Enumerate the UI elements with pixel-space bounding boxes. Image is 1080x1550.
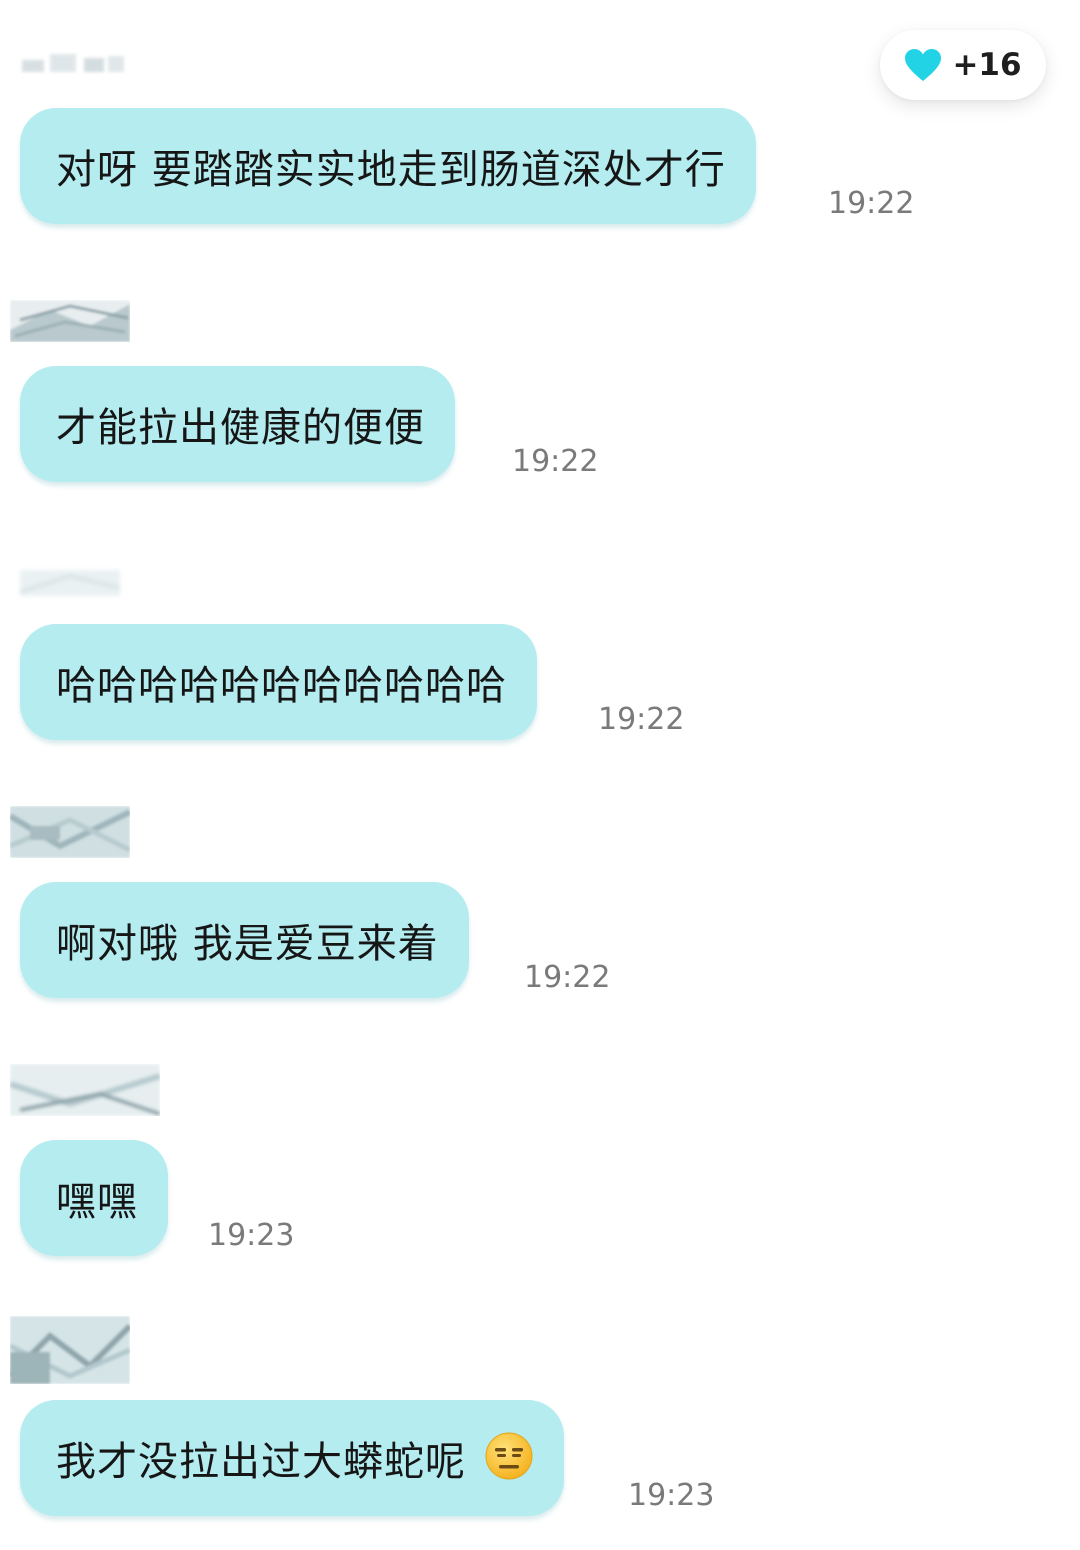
message-text: 哈哈哈哈哈哈哈哈哈哈哈	[56, 663, 507, 709]
reaction-count: +16	[952, 47, 1022, 83]
message-bubble[interactable]: 对呀 要踏踏实实地走到肠道深处才行	[20, 108, 756, 224]
message-timestamp: 19:22	[598, 702, 685, 737]
message-bubble[interactable]: 才能拉出健康的便便	[20, 366, 455, 482]
message-text: 嘿嘿	[56, 1179, 138, 1225]
message-bubble[interactable]: 嘿嘿	[20, 1140, 168, 1256]
message-bubble[interactable]: 我才没拉出过大蟒蛇呢	[20, 1400, 564, 1516]
sender-name-blurred	[10, 806, 130, 858]
message-timestamp: 19:22	[828, 186, 915, 221]
reaction-badge[interactable]: +16	[880, 30, 1046, 100]
expressionless-face-emoji	[484, 1431, 534, 1485]
sender-name-blurred	[10, 1316, 130, 1384]
message-text: 对呀 要踏踏实实地走到肠道深处才行	[56, 147, 726, 193]
sender-name-blurred	[10, 1064, 160, 1116]
message-timestamp: 19:22	[524, 960, 611, 995]
message-bubble[interactable]: 哈哈哈哈哈哈哈哈哈哈哈	[20, 624, 537, 740]
message-timestamp: 19:23	[208, 1218, 295, 1253]
sender-name-blurred	[10, 300, 130, 342]
sender-name-blurred	[10, 558, 130, 600]
message-text: 啊对哦 我是爱豆来着	[56, 921, 439, 967]
message-timestamp: 19:22	[512, 444, 599, 479]
message-text: 我才没拉出过大蟒蛇呢	[56, 1439, 466, 1485]
message-text: 才能拉出健康的便便	[56, 405, 425, 451]
heart-icon	[904, 48, 942, 82]
message-bubble[interactable]: 啊对哦 我是爱豆来着	[20, 882, 469, 998]
message-timestamp: 19:23	[628, 1478, 715, 1513]
sender-name-blurred	[10, 42, 130, 84]
